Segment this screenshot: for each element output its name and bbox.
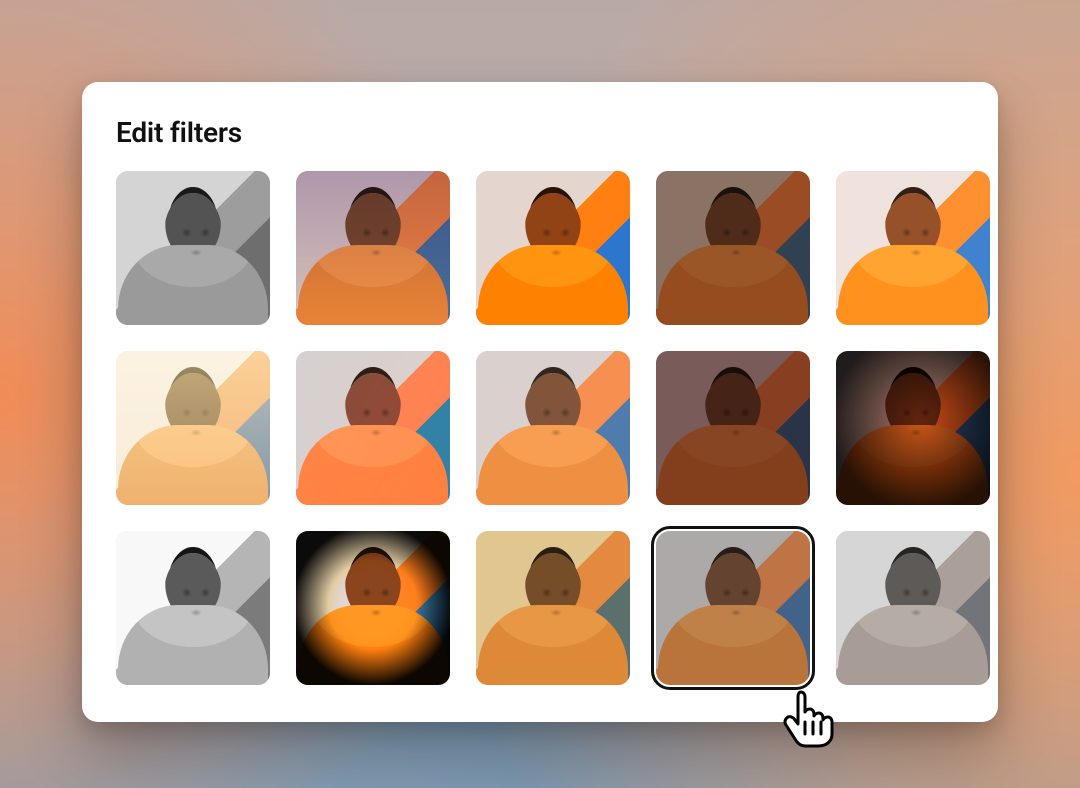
- filter-thumb-warm-purple[interactable]: [296, 171, 450, 325]
- filter-thumb-cool-muted[interactable]: [656, 531, 810, 685]
- filter-thumb-teal-orange[interactable]: [296, 351, 450, 505]
- portrait-preview: [656, 351, 810, 505]
- portrait-preview: [836, 351, 990, 505]
- filter-thumb-yellow-tone[interactable]: [476, 531, 630, 685]
- portrait-preview: [116, 171, 270, 325]
- filter-thumb-vignette-spot[interactable]: [296, 531, 450, 685]
- portrait-preview: [296, 171, 450, 325]
- filter-thumb-vivid[interactable]: [476, 171, 630, 325]
- filter-thumb-desaturated[interactable]: [836, 531, 990, 685]
- portrait-preview: [476, 351, 630, 505]
- portrait-preview: [116, 351, 270, 505]
- portrait-preview: [656, 171, 810, 325]
- filter-thumb-bright-vivid[interactable]: [836, 171, 990, 325]
- filter-thumb-sepia-dark[interactable]: [656, 171, 810, 325]
- filter-thumb-soft-yellow[interactable]: [116, 351, 270, 505]
- portrait-preview: [836, 531, 990, 685]
- portrait-preview: [116, 531, 270, 685]
- portrait-preview: [476, 531, 630, 685]
- portrait-preview: [656, 531, 810, 685]
- filter-thumb-deep-red[interactable]: [836, 351, 990, 505]
- portrait-preview: [836, 171, 990, 325]
- portrait-preview: [476, 171, 630, 325]
- filters-panel: Edit filters: [82, 82, 998, 722]
- filter-thumb-grayscale[interactable]: [116, 171, 270, 325]
- portrait-preview: [296, 531, 450, 685]
- filter-thumb-dark-red[interactable]: [656, 351, 810, 505]
- filter-thumb-soft[interactable]: [476, 351, 630, 505]
- filters-grid: [116, 171, 964, 685]
- panel-title: Edit filters: [116, 116, 964, 149]
- filter-thumb-black-white[interactable]: [116, 531, 270, 685]
- portrait-preview: [296, 351, 450, 505]
